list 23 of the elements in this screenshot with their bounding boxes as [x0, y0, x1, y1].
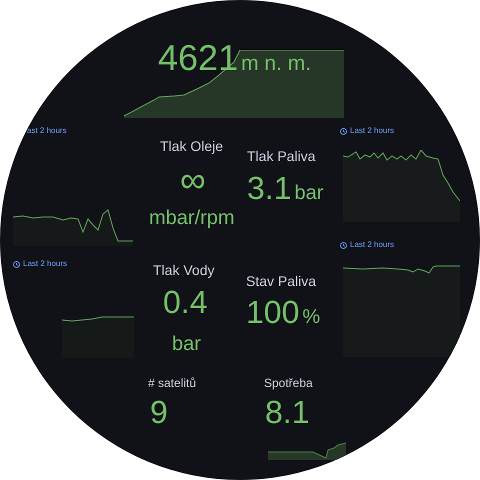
stat-label: Tlak Vody: [153, 262, 214, 280]
stat-label: Stav Paliva: [246, 273, 316, 290]
time-range-label: Last 2 hours: [23, 259, 68, 269]
stat-label: Tlak Paliva: [247, 148, 316, 166]
stat-value: ∞: [180, 162, 206, 198]
stat-unit: m n. m.: [241, 53, 312, 74]
stat-label: Spotřeba: [264, 376, 313, 391]
time-range-label: Last 2 hours: [350, 240, 394, 250]
time-range-label: Last 2 hours: [350, 126, 394, 136]
stat-label: # satelitů: [148, 376, 196, 391]
stat-value: 8.1: [265, 396, 310, 428]
stat-unit: bar: [172, 334, 201, 354]
stat-value: 3.1: [247, 172, 292, 204]
stat-unit: %: [302, 307, 320, 327]
stat-value: 9: [150, 396, 168, 428]
sparkline: [62, 316, 134, 358]
stat-value: 100: [246, 296, 300, 328]
stat-value: 0.4: [163, 286, 208, 318]
stat-label: Tlak Oleje: [160, 138, 224, 156]
stat-value: 4621: [158, 40, 238, 76]
stat-unit: bar: [294, 183, 324, 203]
stat-unit: mbar/rpm: [149, 208, 235, 228]
time-range-label: ast 2 hours: [27, 126, 67, 136]
